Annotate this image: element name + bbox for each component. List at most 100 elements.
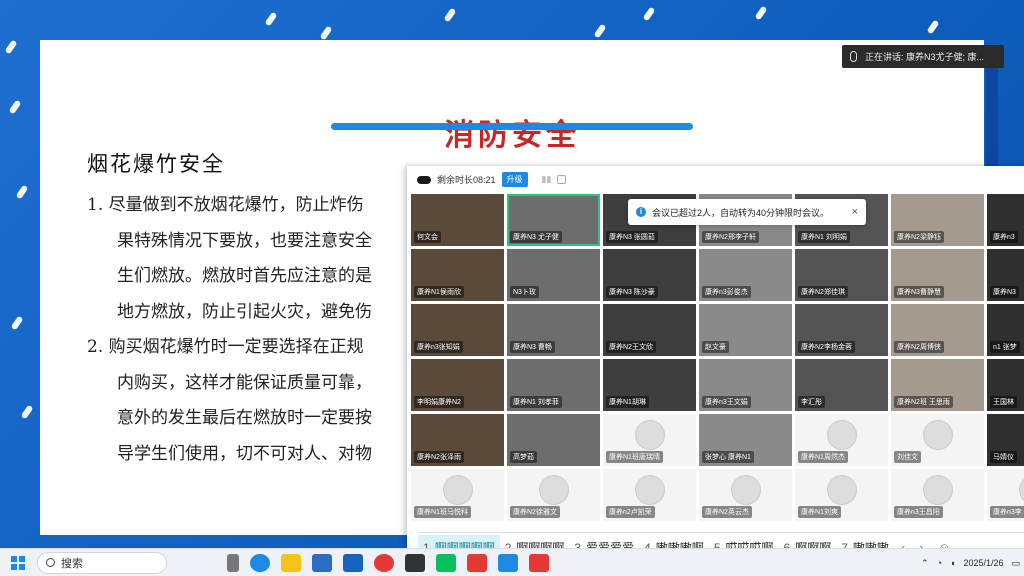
participant-tile[interactable]: 康养N3 曹畅 xyxy=(507,304,600,356)
participant-tile[interactable]: 康养N3 xyxy=(987,249,1024,301)
store-icon[interactable] xyxy=(312,553,332,572)
avatar xyxy=(922,475,953,505)
slide-line: 生们燃放。燃放时首先应注意的是 xyxy=(117,266,372,286)
slide-line: 导学生们使用，切不可对人、对物 xyxy=(117,443,372,464)
volume-icon[interactable]: ◖ xyxy=(950,558,955,568)
notification-icon[interactable]: ▭ xyxy=(1011,558,1020,569)
remaining-time: 剩余时长08:21 xyxy=(437,175,496,185)
file-explorer-icon[interactable] xyxy=(281,553,301,572)
participant-tile[interactable]: 李明娟康养N2 xyxy=(411,359,504,411)
avatar xyxy=(826,475,857,505)
participant-name: 何文会 xyxy=(414,231,441,243)
participant-tile[interactable]: 康养N1侯雨欣 xyxy=(411,249,504,301)
participant-tile[interactable]: 康养N2班 王思雨 xyxy=(891,359,984,411)
participant-tile[interactable]: 康养N1班马悦科 xyxy=(411,469,504,521)
signal-icon: ▮▮ xyxy=(541,174,552,184)
participant-name: 康养N2郑佳琪 xyxy=(798,286,848,298)
participant-tile[interactable]: 康养N1刘爽 xyxy=(795,469,888,521)
participant-grid: 何文会 康养N3 尤子健 康养N3 张圆茹 康养N2邢李子轩 康养N1 刘明娟 康养N2梁… xyxy=(411,194,1024,521)
participant-tile[interactable]: 康养N1班唐瑞晴 xyxy=(603,414,696,466)
participant-tile[interactable]: 刘佳文 xyxy=(891,414,984,466)
network-icon[interactable]: ◔ xyxy=(937,558,942,568)
participant-name: 康养N2张泽雨 xyxy=(414,451,464,463)
avatar xyxy=(442,475,473,505)
avatar xyxy=(538,475,569,505)
participant-tile[interactable]: 康养N1 刘孝菲 xyxy=(507,359,600,411)
slide-line: 果特殊情况下要放，也要注意安全 xyxy=(117,230,372,251)
participant-name: 刘佳文 xyxy=(894,451,921,463)
wechat-icon[interactable] xyxy=(436,553,456,572)
snowflake-decoration xyxy=(642,6,656,22)
participant-tile[interactable]: 康养N2周博侠 xyxy=(891,304,984,356)
slide-body: 1. 尽量做到不放烟花爆竹，防止炸伤 果特殊情况下要放，也要注意安全 生们燃放。… xyxy=(87,188,417,472)
participant-tile[interactable]: 李汇彤 xyxy=(795,359,888,411)
snowflake-decoration xyxy=(754,5,768,21)
participant-tile[interactable]: 康养N1周然杰 xyxy=(795,414,888,466)
participant-tile[interactable]: 康养N3 尤子健 xyxy=(507,194,600,246)
participant-name: 康养N2班 王思雨 xyxy=(894,396,953,408)
participant-tile[interactable]: 康养n3李 xyxy=(987,469,1024,521)
snowflake-decoration xyxy=(10,315,24,331)
snowflake-decoration xyxy=(4,39,18,55)
participant-tile[interactable]: 康养N2郑佳琪 xyxy=(795,249,888,301)
avatar xyxy=(1018,475,1024,505)
meeting-app-icon[interactable] xyxy=(498,553,518,572)
taskbar-search-input[interactable]: 搜索 xyxy=(37,551,167,574)
meeting-toolbar: 剩余时长08:21 升级 ▮▮ xyxy=(407,166,1024,193)
participant-tile[interactable]: 康养N2张泽雨 xyxy=(411,414,504,466)
microphone-icon xyxy=(850,51,857,62)
speaking-indicator[interactable]: 正在讲话: 康养N3尤子健; 康... xyxy=(842,45,1004,68)
chrome-icon[interactable] xyxy=(374,553,394,572)
participant-name: 康养N2王文欣 xyxy=(606,341,656,353)
participant-tile[interactable]: N3卜玫 xyxy=(507,249,600,301)
windows-start-icon[interactable] xyxy=(11,555,25,570)
participant-tile[interactable]: 康养n3彭俊杰 xyxy=(699,249,792,301)
taskbar-apps xyxy=(227,553,549,572)
participant-name: 康养N2梁静钰 xyxy=(894,231,944,243)
participant-tile[interactable]: 康养N2王文欣 xyxy=(603,304,696,356)
clock[interactable]: 2025/1/26 xyxy=(963,558,1003,569)
app-icon[interactable] xyxy=(405,553,425,572)
search-icon xyxy=(46,558,55,567)
participant-name: 康养N1班唐瑞晴 xyxy=(606,451,663,463)
participant-tile[interactable]: 康养n3张知娟 xyxy=(411,304,504,356)
participant-name: 康养n3王文娟 xyxy=(702,396,751,408)
task-view-icon[interactable] xyxy=(227,553,239,572)
upgrade-button[interactable]: 升级 xyxy=(501,172,528,187)
wps-office-icon[interactable] xyxy=(529,553,549,572)
notice-text: 会议已超过2人，自动转为40分钟限时会议。 xyxy=(652,207,830,218)
participant-name: 康养N2英云杰 xyxy=(702,506,752,518)
participant-tile[interactable]: 高梦茹 xyxy=(507,414,600,466)
participant-tile[interactable]: 康养n3王文娟 xyxy=(699,359,792,411)
edge-icon[interactable] xyxy=(250,553,270,572)
participant-tile[interactable]: 康养N2英云杰 xyxy=(699,469,792,521)
tray-expand-icon[interactable]: ⌃ xyxy=(921,558,929,569)
participant-name: 康养N2徐雅文 xyxy=(510,506,560,518)
participant-tile[interactable]: 张梦心 康养N1 xyxy=(699,414,792,466)
participant-tile[interactable]: 康养N1胡琳 xyxy=(603,359,696,411)
participant-tile[interactable]: 康养N2徐雅文 xyxy=(507,469,600,521)
participant-tile[interactable]: 康养N2李杨金蓉 xyxy=(795,304,888,356)
participant-tile[interactable]: n1 张梦 xyxy=(987,304,1024,356)
slide-subtitle: 烟花爆竹安全 xyxy=(87,152,225,176)
popout-icon[interactable] xyxy=(557,175,567,184)
wps-icon[interactable] xyxy=(467,553,487,572)
close-icon[interactable]: × xyxy=(852,206,858,218)
participant-tile[interactable]: 康养N2梁静钰 xyxy=(891,194,984,246)
participant-tile[interactable]: 王国林 xyxy=(987,359,1024,411)
participant-tile[interactable]: 何文会 xyxy=(411,194,504,246)
participant-tile[interactable]: 康养N3 陈沙豪 xyxy=(603,249,696,301)
participant-tile[interactable]: 康养n3 xyxy=(987,194,1024,246)
snowflake-decoration xyxy=(319,25,333,41)
participant-name: 康养N3 陈沙豪 xyxy=(606,286,658,298)
participant-name: 康养N1班马悦科 xyxy=(414,506,471,518)
participant-name: N3卜玫 xyxy=(510,286,539,298)
participant-tile[interactable]: 康养n2卢凯荣 xyxy=(603,469,696,521)
participant-name: 康养n3彭俊杰 xyxy=(702,286,751,298)
participant-tile[interactable]: 康养N3曹静慧 xyxy=(891,249,984,301)
meeting-logo-icon xyxy=(417,175,431,184)
participant-tile[interactable]: 赵文豪 xyxy=(699,304,792,356)
mail-icon[interactable] xyxy=(343,553,363,572)
participant-tile[interactable]: 马婧仪 xyxy=(987,414,1024,466)
participant-tile[interactable]: 康养n3王昌阳 xyxy=(891,469,984,521)
